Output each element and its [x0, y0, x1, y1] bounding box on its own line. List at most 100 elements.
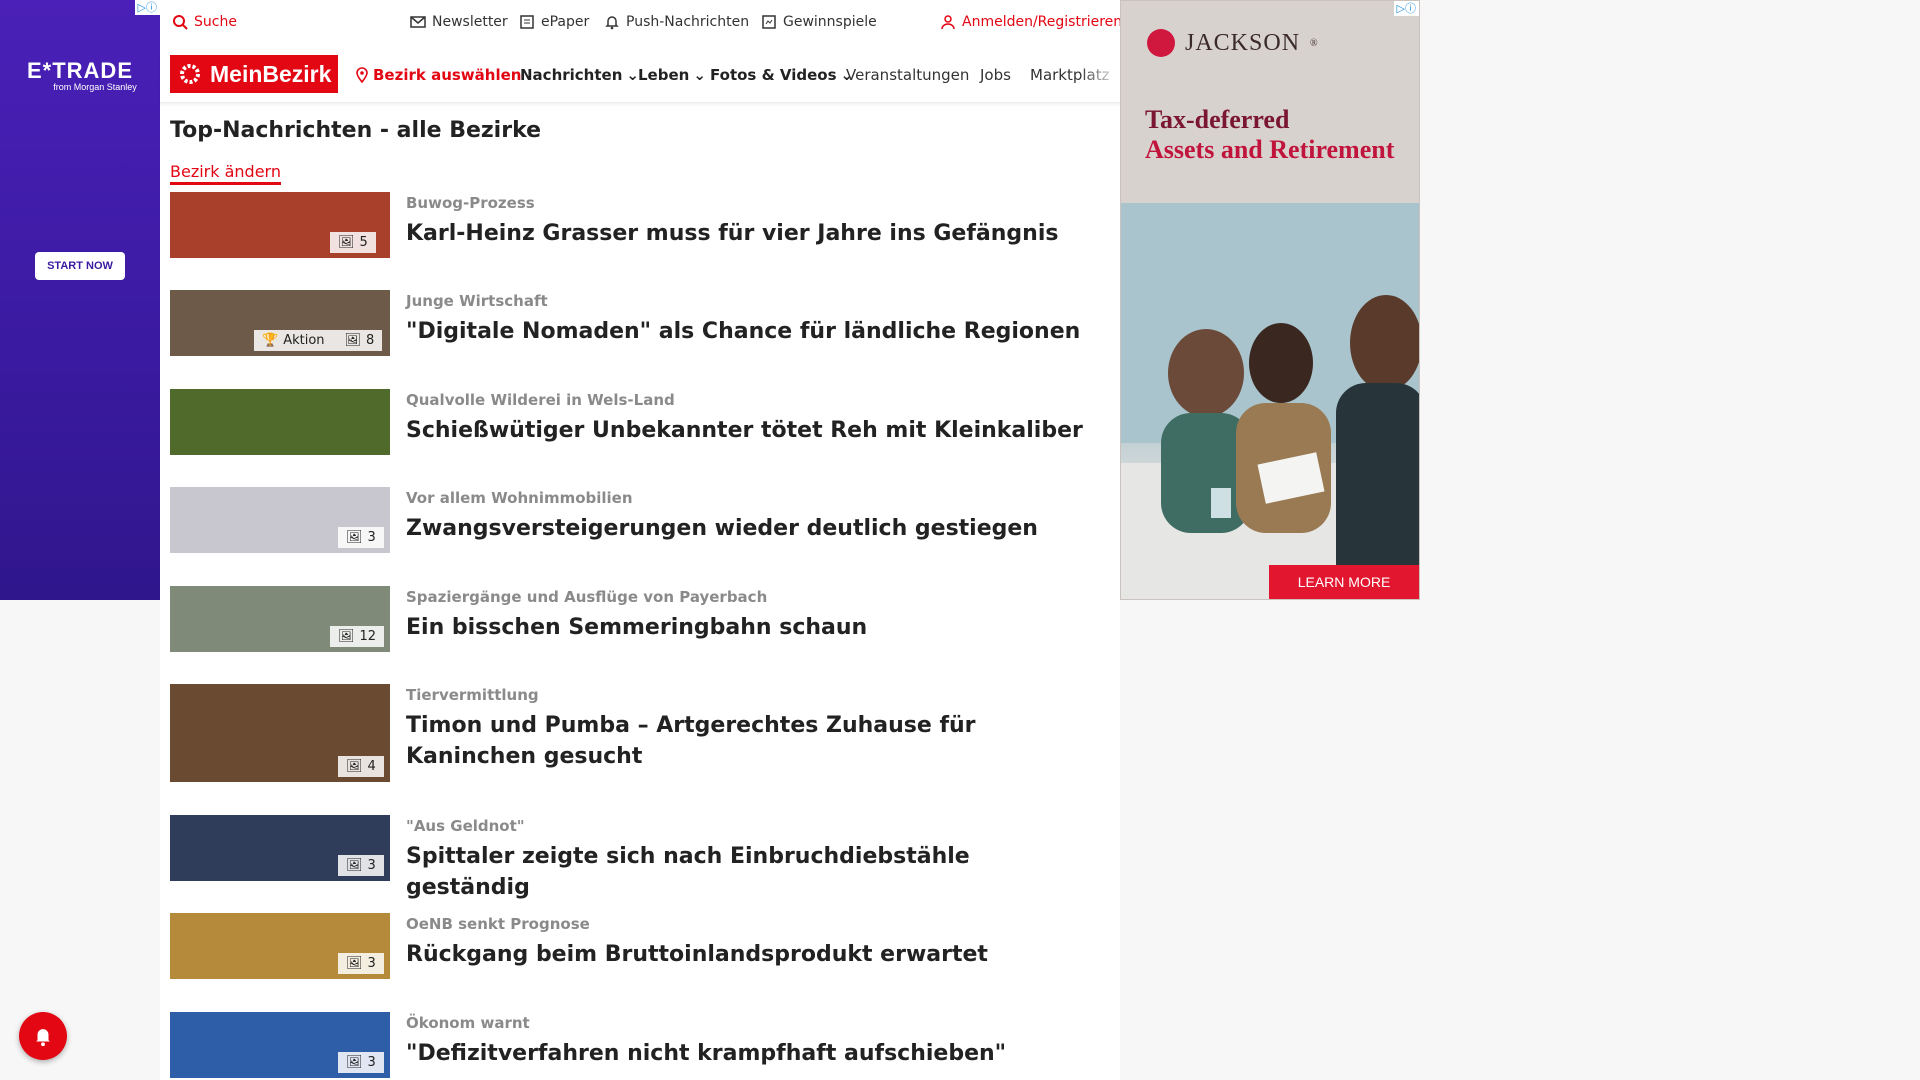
nav-item-events[interactable]: Veranstaltungen: [846, 66, 969, 84]
push-notification-bell-button[interactable]: [19, 1012, 67, 1060]
article-thumbnail[interactable]: [170, 389, 390, 455]
search-link[interactable]: Suche: [172, 14, 237, 30]
ad-headline-line1: Tax-deferred: [1145, 105, 1290, 134]
main-nav: MeinBezirk Bezirk auswählen Nachrichten ⌄…: [160, 48, 1120, 103]
nav-item-life[interactable]: Leben ⌄: [638, 66, 706, 84]
push-label: Push-Nachrichten: [626, 14, 750, 30]
photo-count-badge: 🏆 Aktion 🖼 8: [254, 330, 383, 351]
article-headline[interactable]: Schießwütiger Unbekannter tötet Reh mit …: [406, 415, 1086, 446]
bell-icon: [36, 1029, 50, 1047]
badge-extra-label: Aktion: [283, 333, 325, 348]
photo-count: 8: [366, 333, 375, 348]
article-kicker: Vor allem Wohnimmobilien: [406, 489, 633, 507]
image-icon: 🖼: [346, 956, 363, 971]
photo-count-badge: 🖼 3: [338, 1052, 384, 1073]
image-icon: 🖼: [338, 235, 355, 250]
meinbezirk-logo[interactable]: MeinBezirk: [170, 55, 338, 93]
trophy-icon: 🏆: [262, 333, 279, 348]
right-rectangle-ad[interactable]: ▷ⓘ JACKSON ® Tax-deferred Assets and Reti…: [1120, 0, 1420, 600]
search-label: Suche: [194, 14, 237, 30]
epaper-link[interactable]: ePaper: [519, 14, 589, 30]
mail-icon: [410, 16, 426, 28]
article-headline[interactable]: "Digitale Nomaden" als Chance für ländli…: [406, 316, 1086, 347]
photo-count-badge: 🖼 3: [338, 527, 384, 548]
bell-icon: [605, 16, 619, 30]
adchoices-icon[interactable]: ▷ⓘ: [134, 0, 160, 15]
start-now-button[interactable]: START NOW: [35, 252, 125, 280]
gift-icon: [762, 15, 776, 29]
user-icon: [941, 15, 955, 30]
newspaper-icon: [520, 15, 534, 29]
nav-item-photos-videos[interactable]: Fotos & Videos ⌄: [710, 66, 853, 84]
top-utility-bar: Suche Newsletter ePaper Push-Nachrichten…: [160, 0, 1122, 46]
newsletter-label: Newsletter: [432, 14, 508, 30]
select-district-label: Bezirk auswählen: [373, 66, 522, 84]
article-kicker: Buwog-Prozess: [406, 194, 535, 212]
article-headline[interactable]: Karl-Heinz Grasser muss für vier Jahre i…: [406, 218, 1086, 249]
photo-count-badge: 🖼 3: [338, 855, 384, 876]
image-icon: 🖼: [346, 759, 363, 774]
search-icon: [173, 15, 188, 30]
article-kicker: Qualvolle Wilderei in Wels-Land: [406, 391, 675, 409]
change-district-link[interactable]: Bezirk ändern: [170, 162, 281, 185]
chevron-down-icon: ⌄: [693, 66, 706, 84]
article-kicker: Spaziergänge und Ausflüge von Payerbach: [406, 588, 768, 606]
learn-more-button[interactable]: LEARN MORE: [1269, 565, 1419, 599]
etrade-logo: E*TRADE: [26, 58, 133, 83]
nav-item-jobs[interactable]: Jobs: [980, 66, 1011, 84]
article-kicker: Ökonom warnt: [406, 1014, 530, 1032]
photo-count: 3: [367, 956, 376, 971]
article-headline[interactable]: Timon und Pumba – Artgerechtes Zuhause f…: [406, 710, 1086, 772]
photo-count: 4: [367, 759, 376, 774]
ad-photo: [1121, 203, 1419, 599]
article-kicker: OeNB senkt Prognose: [406, 915, 590, 933]
adchoices-icon[interactable]: ▷ⓘ: [1393, 1, 1419, 16]
jackson-mark-icon: [1147, 29, 1175, 57]
photo-count: 3: [367, 530, 376, 545]
contests-label: Gewinnspiele: [783, 14, 877, 30]
location-pin-icon: [356, 67, 368, 83]
epaper-label: ePaper: [541, 14, 590, 30]
article-headline[interactable]: Zwangsversteigerungen wieder deutlich ge…: [406, 513, 1086, 544]
article-headline[interactable]: Ein bisschen Semmeringbahn schaun: [406, 612, 1086, 643]
registered-mark: ®: [1310, 37, 1319, 49]
article-kicker: "Aus Geldnot": [406, 817, 525, 835]
login-link[interactable]: Anmelden/Registrieren: [940, 14, 1122, 30]
push-notifications-link[interactable]: Push-Nachrichten: [604, 14, 749, 30]
ad-headline-line2: Assets and Retirement: [1145, 135, 1395, 164]
logo-text: MeinBezirk: [210, 60, 332, 87]
article-headline[interactable]: "Defizitverfahren nicht krampfhaft aufsc…: [406, 1038, 1086, 1069]
photo-count-badge: 🖼 12: [330, 626, 385, 647]
ad-photo-illustration: [1121, 203, 1419, 599]
photo-count: 3: [367, 858, 376, 873]
main-content: Suche Newsletter ePaper Push-Nachrichten…: [160, 0, 1122, 1080]
article-headline[interactable]: Rückgang beim Bruttoinlandsprodukt erwar…: [406, 939, 1086, 970]
photo-count: 12: [359, 629, 377, 644]
newsletter-link[interactable]: Newsletter: [410, 14, 508, 30]
nav-item-label: Leben: [638, 66, 690, 84]
page-title: Top-Nachrichten - alle Bezirke: [170, 118, 542, 143]
photo-count: 3: [367, 1055, 376, 1070]
ad-headline: Tax-deferred Assets and Retirement: [1145, 105, 1394, 165]
photo-count: 5: [359, 235, 368, 250]
photo-count-badge: 🖼 5: [330, 232, 376, 253]
nav-item-label: Fotos & Videos: [710, 66, 837, 84]
image-icon: 🖼: [344, 333, 362, 348]
jackson-brand: JACKSON: [1185, 29, 1301, 56]
login-label: Anmelden/Registrieren: [962, 14, 1123, 30]
photo-count-badge: 🖼 3: [338, 953, 384, 974]
nav-item-label: Nachrichten: [520, 66, 623, 84]
jackson-logo: JACKSON ®: [1147, 29, 1319, 57]
select-district-button[interactable]: Bezirk auswählen: [355, 66, 521, 84]
photo-count-badge: 🖼 4: [338, 756, 384, 777]
image-icon: 🖼: [346, 858, 363, 873]
image-icon: 🖼: [338, 629, 355, 644]
image-icon: 🖼: [346, 530, 363, 545]
image-icon: 🖼: [346, 1055, 363, 1070]
left-skyscraper-ad[interactable]: ▷ⓘ E*TRADE from Morgan Stanley START NOW: [0, 0, 160, 600]
contests-link[interactable]: Gewinnspiele: [761, 14, 877, 30]
article-kicker: Tiervermittlung: [406, 686, 539, 704]
article-headline[interactable]: Spittaler zeigte sich nach Einbruchdiebs…: [406, 841, 1086, 903]
nav-scroll-fade: [1080, 48, 1120, 102]
nav-item-news[interactable]: Nachrichten ⌄: [520, 66, 639, 84]
